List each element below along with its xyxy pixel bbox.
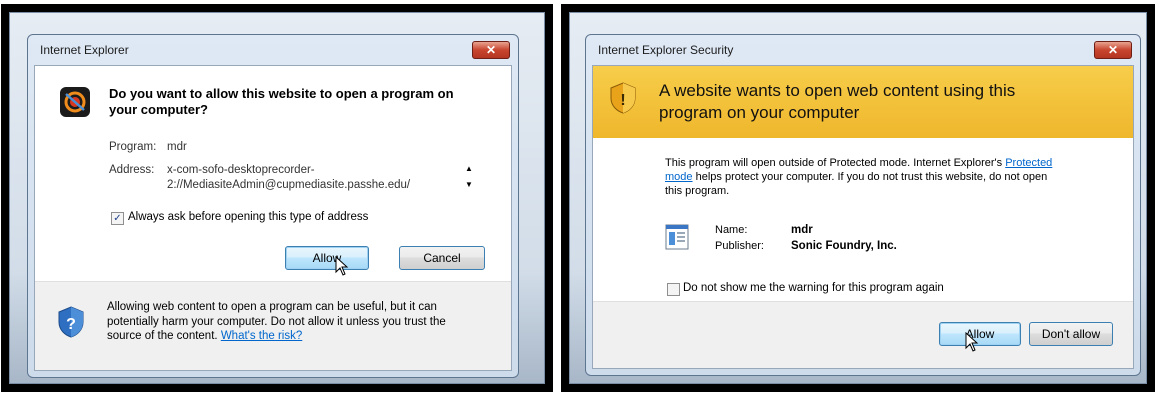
body-text-part-1: This program will open outside of Protec… <box>665 157 1003 169</box>
publisher-label: Publisher: <box>715 240 764 252</box>
address-field[interactable]: x-com-sofo-desktoprecorder- 2://Mediasit… <box>165 160 477 194</box>
left-dialog-title: Internet Explorer <box>40 43 129 57</box>
mouse-cursor-icon-right <box>965 332 979 352</box>
ie-security-dialog: Internet Explorer Security ✕ ! A website… <box>585 34 1141 376</box>
warning-banner-text: A website wants to open web content usin… <box>659 81 1016 122</box>
ie-open-program-dialog: Internet Explorer ✕ Do you want to allow… <box>27 34 519 378</box>
dont-show-warning-label[interactable]: Do not show me the warning for this prog… <box>683 281 944 296</box>
mediasite-app-icon <box>59 86 91 118</box>
whats-the-risk-link[interactable]: What's the risk? <box>221 330 302 342</box>
left-dialog-footer: ? Allowing web content to open a program… <box>35 281 511 370</box>
right-close-button[interactable]: ✕ <box>1094 41 1132 59</box>
program-icon <box>665 224 689 250</box>
svg-text:?: ? <box>66 316 76 333</box>
always-ask-checkbox[interactable]: ✓ <box>111 212 124 225</box>
right-titlebar: Internet Explorer Security ✕ <box>586 35 1140 65</box>
name-label: Name: <box>715 224 748 236</box>
address-line-1: x-com-sofo-desktoprecorder- <box>167 164 315 176</box>
scroll-down-icon[interactable]: ▼ <box>465 180 473 189</box>
allow-button[interactable]: Allow <box>285 246 369 270</box>
right-dialog-title: Internet Explorer Security <box>598 43 734 57</box>
left-dialog-body: Do you want to allow this website to ope… <box>34 65 512 371</box>
address-label: Address: <box>109 164 155 176</box>
left-titlebar: Internet Explorer ✕ <box>28 35 518 65</box>
address-scrollbar[interactable]: ▲ ▼ <box>463 164 475 194</box>
right-dialog-footer: Allow Don't allow <box>593 301 1133 368</box>
left-screenshot-frame: Internet Explorer ✕ Do you want to allow… <box>1 4 553 392</box>
right-dialog-body: ! A website wants to open web content us… <box>592 65 1134 369</box>
cancel-button[interactable]: Cancel <box>399 246 485 270</box>
dont-allow-button[interactable]: Don't allow <box>1029 322 1113 346</box>
mouse-cursor-icon <box>335 256 349 276</box>
dont-show-warning-checkbox[interactable] <box>667 283 680 296</box>
always-ask-label[interactable]: Always ask before opening this type of a… <box>128 210 368 225</box>
name-value: mdr <box>791 224 813 236</box>
left-dialog-heading: Do you want to allow this website to ope… <box>109 86 454 117</box>
address-line-2: 2://MediasiteAdmin@cupmediasite.passhe.e… <box>167 179 411 191</box>
program-value: mdr <box>167 141 187 153</box>
left-footer-text: Allowing web content to open a program c… <box>107 300 477 344</box>
publisher-value: Sonic Foundry, Inc. <box>791 240 897 252</box>
body-text-part-2: helps protect your computer. If you do n… <box>665 171 1048 197</box>
svg-text:!: ! <box>620 92 625 109</box>
allow-button-security[interactable]: Allow <box>939 322 1021 346</box>
warning-banner: ! A website wants to open web content us… <box>593 66 1133 138</box>
shield-help-icon: ? <box>57 306 85 338</box>
left-close-button[interactable]: ✕ <box>472 41 510 59</box>
scroll-up-icon[interactable]: ▲ <box>465 164 473 173</box>
program-label: Program: <box>109 141 157 153</box>
warning-shield-icon: ! <box>609 82 637 114</box>
right-screenshot-frame: Internet Explorer Security ✕ ! A website… <box>561 4 1155 392</box>
right-body-text: This program will open outside of Protec… <box>665 156 1065 198</box>
